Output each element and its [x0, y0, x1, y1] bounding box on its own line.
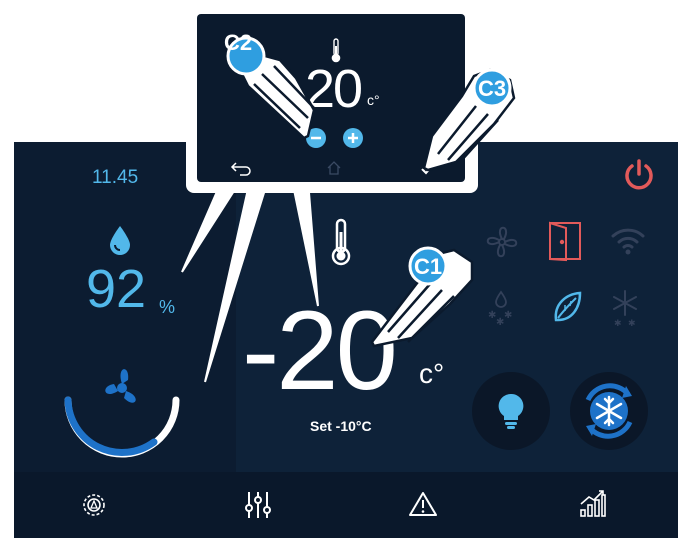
back-icon[interactable]: [230, 160, 252, 176]
increase-button[interactable]: [342, 127, 364, 149]
popup-temperature-unit: c°: [367, 92, 380, 108]
callout-c1-label: C1: [413, 254, 443, 279]
hand-pointer-c1-icon: [370, 246, 474, 348]
home-icon[interactable]: [327, 161, 341, 175]
hand-pointer-c3-icon: [422, 68, 516, 172]
callout-c3-label: C3: [477, 76, 507, 101]
callout-c2-label: C2: [223, 30, 253, 55]
